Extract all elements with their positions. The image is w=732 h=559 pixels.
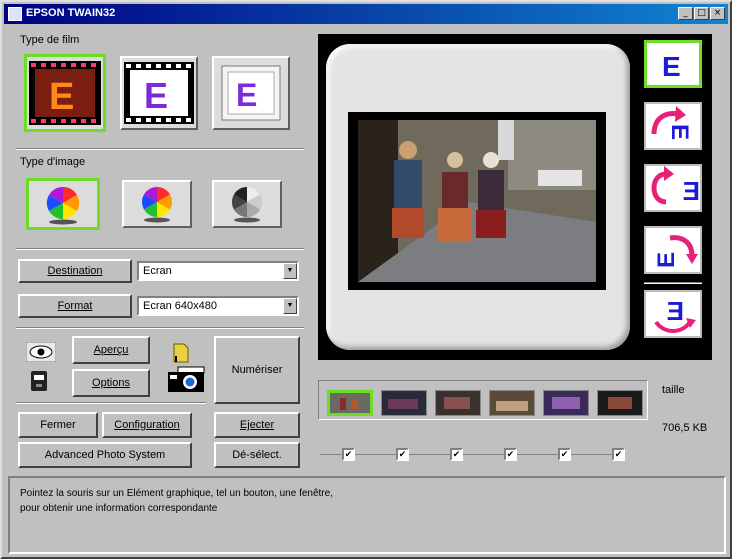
color-wheel-icon: [141, 187, 173, 223]
thumbnail-checkbox-4[interactable]: ✔: [504, 448, 517, 461]
rotation-panel: E E E E E: [640, 34, 712, 360]
thumbnail-checkbox-6[interactable]: ✔: [612, 448, 625, 461]
separator: [16, 327, 304, 329]
rotate-left-button[interactable]: E: [644, 226, 702, 274]
camera-icon: [168, 366, 205, 392]
film-type-slide-button[interactable]: E: [212, 56, 290, 130]
separator: [16, 148, 304, 150]
destination-button-label: Destination: [47, 265, 103, 277]
help-status-panel: Pointez la souris sur un Elément graphiq…: [8, 476, 726, 554]
rotate-180-button[interactable]: E: [644, 164, 702, 212]
rotate-right-button[interactable]: E: [644, 102, 702, 150]
grayscale-wheel-icon: [231, 187, 263, 223]
format-button-label: Format: [57, 300, 93, 312]
svg-text:E: E: [666, 124, 693, 140]
format-select[interactable]: Ecran 640x480 ▼: [137, 296, 299, 316]
svg-text:E: E: [144, 75, 168, 116]
image-type-grayscale-button[interactable]: [212, 180, 282, 228]
thumbnail-checkbox-1[interactable]: ✔: [342, 448, 355, 461]
thumbnail-5[interactable]: [543, 390, 589, 416]
window-title: EPSON TWAIN32: [26, 7, 116, 19]
rotate-right-icon: E: [651, 106, 693, 140]
flip-icon: E: [654, 296, 696, 333]
thumbnail-strip: [318, 380, 648, 420]
negative-film-icon: E: [29, 61, 101, 125]
size-value: 706,5 KB: [662, 422, 708, 434]
separator: [16, 402, 206, 404]
thumbnail-checkbox-5[interactable]: ✔: [558, 448, 571, 461]
svg-text:E: E: [683, 176, 700, 206]
app-icon: [8, 7, 22, 21]
thumbnail-6[interactable]: [597, 390, 643, 416]
scanner-icon: [31, 371, 47, 391]
format-value: Ecran 640x480: [143, 300, 217, 312]
thumbnail-checkbox-3[interactable]: ✔: [450, 448, 463, 461]
minimize-button[interactable]: _: [678, 7, 693, 20]
chevron-down-icon[interactable]: ▼: [283, 263, 297, 279]
eject-button-label: Ejecter: [239, 419, 275, 431]
film-type-negative-button[interactable]: E: [24, 54, 106, 132]
slide-mount: [326, 44, 630, 350]
scan-button[interactable]: Numériser: [214, 336, 300, 404]
eye-icon: [26, 342, 56, 362]
positive-film-icon: E: [124, 62, 194, 124]
close-dialog-button[interactable]: Fermer: [18, 412, 98, 438]
scanner-window: EPSON TWAIN32 _ □ × Type de film E E E T…: [0, 0, 732, 559]
svg-text:E: E: [662, 51, 681, 82]
separator: [16, 248, 304, 250]
color-wheel-icon: [46, 186, 80, 225]
options-button-label: Options: [92, 377, 130, 389]
document-icon: [173, 343, 189, 363]
advanced-photo-system-button[interactable]: Advanced Photo System: [18, 442, 192, 468]
rotate-left-icon: E: [653, 235, 698, 268]
aps-button-label: Advanced Photo System: [44, 449, 166, 461]
thumbnail-4[interactable]: [489, 390, 535, 416]
preview-pane: [318, 34, 640, 360]
options-button[interactable]: Options: [72, 369, 150, 397]
image-type-color-button[interactable]: [26, 178, 100, 230]
title-bar[interactable]: EPSON TWAIN32 _ □ ×: [4, 4, 728, 24]
close-button[interactable]: ×: [710, 7, 725, 20]
size-label: taille: [662, 384, 685, 396]
thumbnail-2[interactable]: [381, 390, 427, 416]
film-type-positive-button[interactable]: E: [120, 56, 198, 130]
checkbox-rail: [320, 454, 620, 455]
configuration-button-label: Configuration: [114, 419, 180, 431]
orientation-e-icon: E: [662, 51, 681, 82]
thumbnail-1[interactable]: [327, 390, 373, 416]
eject-button[interactable]: Ejecter: [214, 412, 300, 438]
svg-text:E: E: [667, 296, 684, 326]
preview-button[interactable]: Aperçu: [72, 336, 150, 364]
svg-text:E: E: [236, 77, 257, 113]
destination-button[interactable]: Destination: [18, 259, 132, 283]
help-text-line-1: Pointez la souris sur un Elément graphiq…: [20, 488, 333, 499]
destination-value: Ecran: [143, 265, 172, 277]
format-button[interactable]: Format: [18, 294, 132, 318]
image-type-color-alt-button[interactable]: [122, 180, 192, 228]
configuration-button[interactable]: Configuration: [102, 412, 192, 438]
flip-button[interactable]: E: [644, 290, 702, 338]
separator: [644, 282, 702, 284]
svg-text:E: E: [49, 76, 74, 118]
preview-image[interactable]: [348, 112, 606, 290]
rotate-180-icon: E: [651, 166, 700, 206]
help-text-line-2: pour obtenir une information corresponda…: [20, 503, 218, 514]
deselect-button[interactable]: Dé-sélect.: [214, 442, 300, 468]
deselect-button-label: Dé-sélect.: [232, 449, 282, 461]
close-dialog-label: Fermer: [40, 419, 76, 431]
orientation-normal-button[interactable]: E: [644, 40, 702, 88]
destination-select[interactable]: Ecran ▼: [137, 261, 299, 281]
image-type-label: Type d'image: [20, 156, 86, 168]
chevron-down-icon[interactable]: ▼: [283, 298, 297, 314]
slide-film-icon: E: [221, 65, 281, 121]
svg-text:E: E: [653, 252, 680, 268]
preview-button-label: Aperçu: [93, 344, 129, 356]
scan-button-label: Numériser: [231, 364, 283, 376]
thumbnail-3[interactable]: [435, 390, 481, 416]
maximize-button[interactable]: □: [694, 7, 709, 20]
street-photo: [358, 120, 596, 282]
film-type-label: Type de film: [20, 34, 80, 46]
thumbnail-checkbox-2[interactable]: ✔: [396, 448, 409, 461]
